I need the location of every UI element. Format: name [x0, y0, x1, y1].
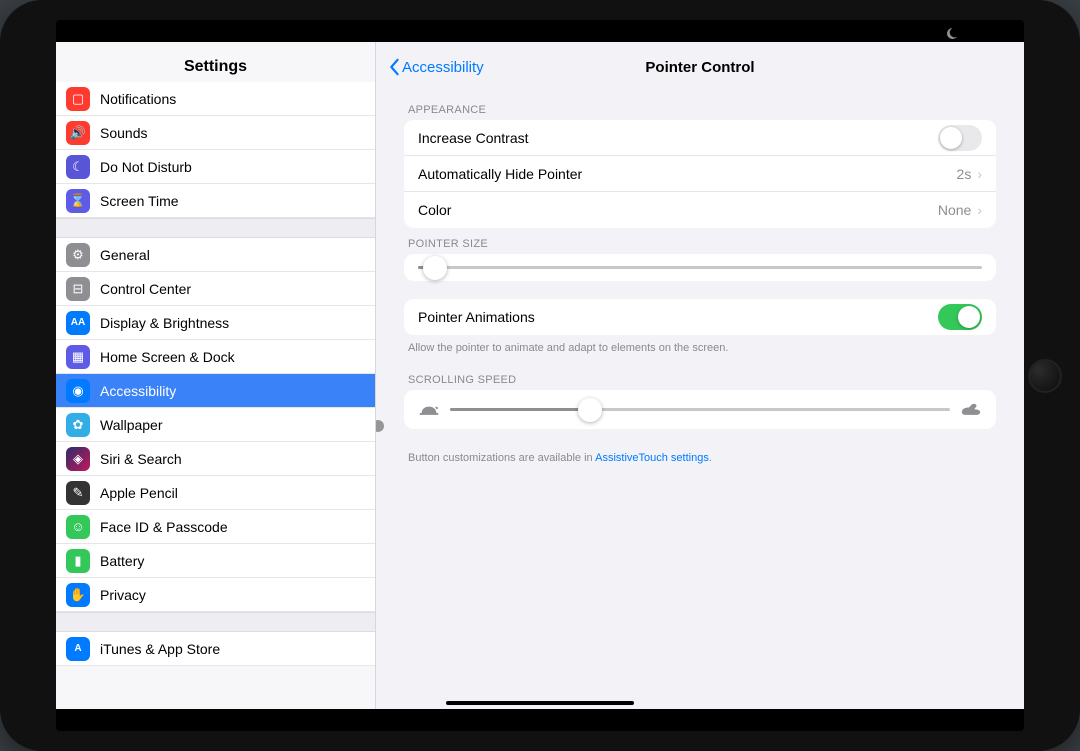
- auto-hide-row[interactable]: Automatically Hide Pointer 2s ›: [404, 156, 996, 192]
- sidebar-item-face-id-passcode[interactable]: ☺ Face ID & Passcode: [56, 510, 375, 544]
- sidebar-item-label: iTunes & App Store: [100, 641, 220, 657]
- sidebar-item-siri-search[interactable]: ◈ Siri & Search: [56, 442, 375, 476]
- sidebar-item-wallpaper[interactable]: ✿ Wallpaper: [56, 408, 375, 442]
- sidebar-item-apple-pencil[interactable]: ✎ Apple Pencil: [56, 476, 375, 510]
- pointer-animations-label: Pointer Animations: [418, 309, 938, 325]
- sidebar-item-label: Home Screen & Dock: [100, 349, 235, 365]
- sidebar-item-sounds[interactable]: 🔊 Sounds: [56, 116, 375, 150]
- sidebar-item-label: Notifications: [100, 91, 176, 107]
- pointer-size-header: POINTER SIZE: [408, 238, 992, 250]
- sidebar-item-label: General: [100, 247, 150, 263]
- scrolling-speed-header: SCROLLING SPEED: [408, 374, 992, 386]
- chevron-right-icon: ›: [977, 166, 982, 182]
- sidebar-item-label: Control Center: [100, 281, 191, 297]
- sidebar-item-label: Siri & Search: [100, 451, 182, 467]
- back-button[interactable]: Accessibility: [388, 58, 484, 76]
- increase-contrast-row[interactable]: Increase Contrast: [404, 120, 996, 156]
- sidebar-item-control-center[interactable]: ⊟ Control Center: [56, 272, 375, 306]
- hourglass-icon: ⌛: [66, 189, 90, 213]
- button-customization-footer: Button customizations are available in A…: [408, 451, 992, 466]
- assistivetouch-link[interactable]: AssistiveTouch settings: [595, 452, 709, 464]
- sidebar-item-privacy[interactable]: ✋ Privacy: [56, 578, 375, 612]
- sidebar-item-itunes-app-store[interactable]: AiTunes & App Store: [56, 632, 375, 666]
- battery-icon: ▮: [66, 549, 90, 573]
- sidebar-item-display-brightness[interactable]: AA Display & Brightness: [56, 306, 375, 340]
- AA-icon: AA: [66, 311, 90, 335]
- sidebar-item-label: Do Not Disturb: [100, 159, 192, 175]
- auto-hide-label: Automatically Hide Pointer: [418, 166, 957, 182]
- face-icon: ☺: [66, 515, 90, 539]
- person-icon: ◉: [66, 379, 90, 403]
- gear-icon: ⚙: [66, 243, 90, 267]
- sidebar-item-label: Apple Pencil: [100, 485, 178, 501]
- sidebar-item-screen-time[interactable]: ⌛ Screen Time: [56, 184, 375, 218]
- home-indicator[interactable]: [446, 701, 634, 705]
- sidebar-item-notifications[interactable]: ▢ Notifications: [56, 82, 375, 116]
- square-icon: ▢: [66, 87, 90, 111]
- pointer-size-slider[interactable]: [404, 254, 996, 281]
- sidebar-item-home-screen-dock[interactable]: ▦ Home Screen & Dock: [56, 340, 375, 374]
- pointer-animations-row[interactable]: Pointer Animations: [404, 299, 996, 335]
- moon-icon: ☾: [66, 155, 90, 179]
- increase-contrast-label: Increase Contrast: [418, 130, 938, 146]
- chevron-left-icon: [388, 58, 400, 76]
- A-icon: A: [66, 637, 90, 661]
- sidebar-item-label: Sounds: [100, 125, 147, 141]
- scrolling-speed-slider[interactable]: [404, 390, 996, 429]
- pointer-cursor-icon: [376, 420, 384, 432]
- detail-pane: Accessibility Pointer Control APPEARANCE…: [376, 42, 1024, 709]
- sidebar-item-accessibility[interactable]: ◉ Accessibility: [56, 374, 375, 408]
- sidebar: Settings ▢ Notifications 🔊 Sounds ☾ Do Not Di…: [56, 42, 376, 709]
- sidebar-item-label: Screen Time: [100, 193, 179, 209]
- chevron-right-icon: ›: [977, 202, 982, 218]
- pointer-animations-footer: Allow the pointer to animate and adapt t…: [408, 341, 992, 356]
- color-label: Color: [418, 202, 938, 218]
- sidebar-item-label: Face ID & Passcode: [100, 519, 228, 535]
- flower-icon: ✿: [66, 413, 90, 437]
- speaker-icon: 🔊: [66, 121, 90, 145]
- sidebar-item-do-not-disturb[interactable]: ☾ Do Not Disturb: [56, 150, 375, 184]
- hare-icon: [960, 402, 982, 417]
- hand-icon: ✋: [66, 583, 90, 607]
- sidebar-item-label: Accessibility: [100, 383, 176, 399]
- sidebar-item-label: Display & Brightness: [100, 315, 229, 331]
- color-row[interactable]: Color None ›: [404, 192, 996, 228]
- pointer-animations-switch[interactable]: [938, 304, 982, 330]
- appearance-header: APPEARANCE: [408, 104, 992, 116]
- tortoise-icon: [418, 402, 440, 417]
- sidebar-title: Settings: [56, 42, 375, 82]
- sidebar-item-label: Wallpaper: [100, 417, 163, 433]
- sidebar-item-label: Battery: [100, 553, 144, 569]
- siri-icon: ◈: [66, 447, 90, 471]
- grid-icon: ▦: [66, 345, 90, 369]
- sidebar-item-label: Privacy: [100, 587, 146, 603]
- auto-hide-value: 2s: [957, 166, 972, 182]
- toggles-icon: ⊟: [66, 277, 90, 301]
- sidebar-item-general[interactable]: ⚙ General: [56, 238, 375, 272]
- back-label: Accessibility: [402, 59, 484, 76]
- increase-contrast-switch[interactable]: [938, 125, 982, 151]
- color-value: None: [938, 202, 971, 218]
- home-button[interactable]: [1028, 359, 1062, 393]
- settings-list[interactable]: ▢ Notifications 🔊 Sounds ☾ Do Not Disturb ⌛ Scr…: [56, 82, 375, 709]
- sidebar-item-battery[interactable]: ▮ Battery: [56, 544, 375, 578]
- pencil-icon: ✎: [66, 481, 90, 505]
